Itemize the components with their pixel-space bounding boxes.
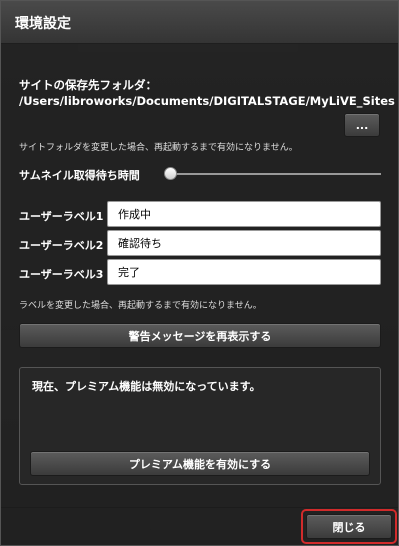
labels-note: ラベルを変更した場合、再起動するまで有効になりません。 (19, 301, 262, 311)
premium-status-text: 現在、プレミアム機能は無効になっています。 (32, 380, 261, 393)
user-label-3-label: ユーザーラベル3 (19, 268, 104, 281)
user-label-1-label: ユーザーラベル1 (19, 210, 104, 223)
user-label-1-input[interactable]: 作成中 (107, 201, 381, 227)
user-label-2-label: ユーザーラベル2 (19, 239, 104, 252)
site-folder-note: サイトフォルダを変更した場合、再起動するまで有効になりません。 (19, 143, 298, 153)
thumbnail-wait-label: サムネイル取得待ち時間 (19, 169, 140, 182)
enable-premium-button[interactable]: プレミアム機能を有効にする (30, 451, 370, 476)
site-folder-label: サイトの保存先フォルダ： (19, 78, 157, 92)
preferences-dialog: 環境設定 サイトの保存先フォルダ： /Users/libroworks/Docu… (0, 0, 399, 546)
close-button-highlight (301, 509, 397, 544)
thumbnail-wait-slider[interactable] (171, 173, 381, 175)
user-label-3-input[interactable]: 完了 (107, 259, 381, 285)
premium-panel: 現在、プレミアム機能は無効になっています。 プレミアム機能を有効にする (19, 367, 381, 485)
title-bar: 環境設定 (1, 1, 398, 44)
footer-divider (1, 507, 398, 508)
site-folder-path: /Users/libroworks/Documents/DIGITALSTAGE… (19, 94, 395, 108)
browse-folder-button[interactable]: ... (344, 113, 380, 137)
dialog-title: 環境設定 (15, 16, 71, 32)
slider-knob[interactable] (164, 167, 177, 180)
reshow-warnings-button[interactable]: 警告メッセージを再表示する (19, 323, 381, 348)
user-label-2-input[interactable]: 確認待ち (107, 230, 381, 256)
